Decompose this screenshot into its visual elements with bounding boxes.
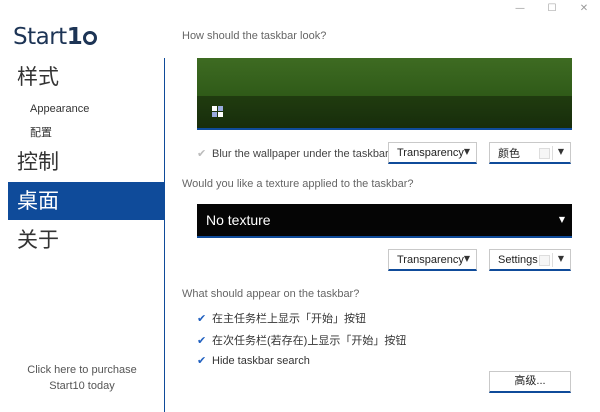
checkmark-icon: ✔ bbox=[197, 311, 207, 325]
blur-label: Blur the wallpaper under the taskbar bbox=[212, 147, 389, 160]
chevron-down-icon: ▼ bbox=[558, 215, 565, 224]
start-logo-icon bbox=[212, 106, 224, 118]
logo-ring-icon bbox=[82, 31, 97, 45]
purchase-link[interactable]: Click here to purchase Start10 today bbox=[0, 362, 164, 394]
show-start-secondary-checkbox[interactable]: ✔ 在次任务栏(若存在)上显示「开始」按钮 bbox=[197, 332, 406, 348]
texture-transparency-label: Transparency bbox=[397, 253, 464, 266]
sidebar-divider bbox=[164, 58, 165, 412]
preview-accent-bar bbox=[197, 128, 572, 130]
look-heading: How should the taskbar look? bbox=[182, 30, 327, 42]
sidebar-subitem-config[interactable]: 配置 bbox=[30, 124, 52, 140]
purchase-line-2: Start10 today bbox=[49, 380, 115, 392]
show-start-primary-label: 在主任务栏上显示「开始」按钮 bbox=[212, 313, 366, 325]
taskbar-preview bbox=[197, 58, 572, 128]
sidebar-subitem-appearance[interactable]: Appearance bbox=[30, 103, 89, 115]
color-dropdown[interactable]: 颜色 ▼ bbox=[489, 142, 571, 164]
show-start-secondary-label: 在次任务栏(若存在)上显示「开始」按钮 bbox=[212, 335, 407, 347]
chevron-down-icon: ▼ bbox=[557, 147, 564, 156]
texture-heading: Would you like a texture applied to the … bbox=[182, 178, 414, 190]
start10-window: — ☐ ✕ Start1 样式 Appearance 配置 控制 桌面 关于 C… bbox=[0, 0, 600, 412]
sidebar-item-about[interactable]: 关于 bbox=[0, 221, 164, 259]
dropdown-separator bbox=[552, 253, 553, 267]
checkmark-icon: ✔ bbox=[197, 333, 207, 347]
maximize-button[interactable]: ☐ bbox=[536, 0, 568, 16]
chevron-down-icon: ▼ bbox=[463, 147, 470, 156]
texture-selected: No texture bbox=[206, 212, 271, 228]
logo-text: Start bbox=[13, 24, 67, 50]
sidebar-item-control[interactable]: 控制 bbox=[0, 143, 164, 181]
appear-heading: What should appear on the taskbar? bbox=[182, 288, 360, 300]
texture-swatch bbox=[539, 255, 550, 266]
sidebar-item-style[interactable]: 样式 bbox=[0, 58, 164, 96]
sidebar: Start1 样式 Appearance 配置 控制 桌面 关于 Click h… bbox=[0, 0, 166, 412]
advanced-button[interactable]: 高级... bbox=[489, 371, 571, 393]
checkmark-icon: ✔ bbox=[197, 354, 207, 367]
chevron-down-icon: ▼ bbox=[557, 254, 564, 263]
texture-select[interactable]: No texture ▼ bbox=[197, 204, 572, 238]
color-label: 颜色 bbox=[498, 147, 520, 160]
window-controls: — ☐ ✕ bbox=[504, 0, 600, 16]
hide-search-label: Hide taskbar search bbox=[212, 354, 310, 367]
app-logo: Start1 bbox=[13, 24, 97, 50]
texture-settings-label: Settings bbox=[498, 253, 538, 266]
logo-ten: 1 bbox=[66, 24, 83, 50]
texture-transparency-dropdown[interactable]: Transparency ▼ bbox=[388, 249, 477, 271]
color-swatch bbox=[539, 148, 550, 159]
checkmark-icon: ✔ bbox=[197, 147, 207, 160]
taskbar-strip bbox=[197, 96, 572, 128]
minimize-button[interactable]: — bbox=[504, 0, 536, 16]
look-transparency-dropdown[interactable]: Transparency ▼ bbox=[388, 142, 477, 164]
close-button[interactable]: ✕ bbox=[568, 0, 600, 16]
hide-search-checkbox[interactable]: ✔ Hide taskbar search bbox=[197, 354, 310, 367]
sidebar-item-desktop[interactable]: 桌面 bbox=[8, 182, 165, 220]
dropdown-separator bbox=[552, 146, 553, 160]
chevron-down-icon: ▼ bbox=[463, 254, 470, 263]
look-transparency-label: Transparency bbox=[397, 146, 464, 159]
blur-checkbox[interactable]: ✔ Blur the wallpaper under the taskbar bbox=[197, 147, 389, 160]
show-start-primary-checkbox[interactable]: ✔ 在主任务栏上显示「开始」按钮 bbox=[197, 310, 366, 326]
texture-settings-dropdown[interactable]: Settings ▼ bbox=[489, 249, 571, 271]
purchase-line-1: Click here to purchase bbox=[27, 364, 137, 376]
